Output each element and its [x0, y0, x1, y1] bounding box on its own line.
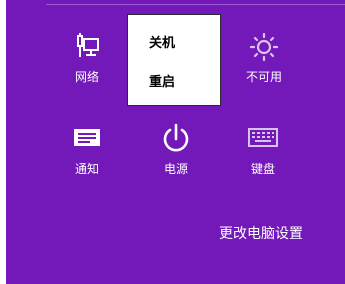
notifications-icon — [71, 124, 103, 156]
power-label: 电源 — [163, 162, 188, 176]
keyboard-icon — [247, 124, 279, 156]
notifications-label: 通知 — [74, 162, 99, 176]
notifications-tile[interactable]: 通知 — [57, 124, 117, 184]
network-label: 网络 — [74, 70, 99, 84]
change-pc-settings-link[interactable]: 更改电脑设置 — [219, 223, 303, 243]
power-icon — [160, 122, 192, 160]
keyboard-tile[interactable]: 键盘 — [233, 124, 293, 184]
restart-menu-item[interactable]: 重启 — [149, 71, 175, 90]
network-tile[interactable]: 网络 — [57, 30, 117, 90]
keyboard-label: 键盘 — [250, 162, 275, 176]
brightness-icon — [248, 30, 280, 66]
divider — [46, 4, 345, 5]
power-tile[interactable]: 电源 — [146, 122, 206, 182]
brightness-label: 不可用 — [245, 70, 282, 84]
shutdown-menu-item[interactable]: 关机 — [149, 32, 175, 51]
brightness-tile[interactable]: 不可用 — [234, 30, 294, 90]
power-menu: 关机 重启 — [127, 14, 221, 106]
network-icon — [71, 30, 103, 66]
